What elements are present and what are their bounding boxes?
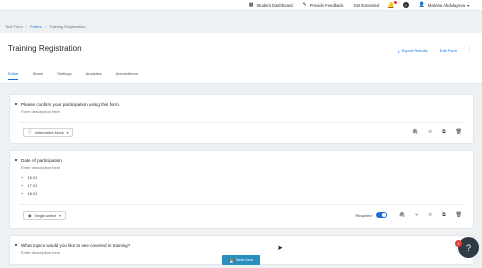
header-actions: ⤓ Export Results Edit Form ⋮ xyxy=(386,47,472,53)
question-description[interactable]: Enter description here xyxy=(21,165,60,170)
more-options-icon[interactable]: ⋮ xyxy=(467,47,472,53)
edit-form-label: Edit Form xyxy=(439,47,457,53)
toggle-knob xyxy=(381,213,386,217)
option-item[interactable]: + 17.01 xyxy=(21,183,37,188)
get-extended-label: Get Extended xyxy=(353,2,380,8)
drag-handle-icon[interactable] xyxy=(15,103,17,105)
chevron-down-icon: ▾ xyxy=(66,130,69,135)
question-type-select[interactable]: ◉ Single-select ▾ xyxy=(23,211,66,220)
get-extended-link[interactable]: Get Extended xyxy=(354,3,380,8)
duplicate-icon[interactable]: ⧉ xyxy=(442,212,446,218)
drag-handle-icon[interactable] xyxy=(15,159,17,161)
question-type-select[interactable]: ⓘ Information block ▾ xyxy=(23,128,74,137)
question-title[interactable]: Date of participation xyxy=(21,158,62,163)
chevron-down-icon: ▾ xyxy=(467,3,469,8)
question-type-label: Information block xyxy=(34,130,64,135)
grid-icon: ▦ xyxy=(248,2,254,8)
option-item[interactable]: + 15.01 xyxy=(21,175,37,180)
delete-icon[interactable]: 🗑 xyxy=(456,129,462,135)
breadcrumb-separator: › xyxy=(44,24,46,29)
tab-share[interactable]: Share xyxy=(32,71,43,80)
option-marker-icon: + xyxy=(21,183,24,188)
help-badge: 2 xyxy=(455,240,462,247)
option-marker-icon: + xyxy=(21,175,24,180)
tab-settings[interactable]: Settings xyxy=(57,71,71,80)
question-title[interactable]: What topics would you like to see covere… xyxy=(21,243,130,248)
user-icon: 👤 xyxy=(418,2,425,8)
logic-icon[interactable]: ⟐ xyxy=(428,129,432,135)
question-card[interactable]: Date of participation Enter description … xyxy=(9,150,474,229)
breadcrumb: Test Form › Forms › Training Registratio… xyxy=(5,24,86,29)
card-divider xyxy=(19,204,464,205)
tab-automations[interactable]: Automations xyxy=(116,71,138,80)
duplicate-icon[interactable]: ⧉ xyxy=(442,129,446,135)
help-chat-button[interactable]: ? xyxy=(458,237,479,258)
card-divider xyxy=(19,122,464,123)
branch-icon[interactable]: ⑂ xyxy=(415,212,418,218)
question-description[interactable]: Enter description here xyxy=(21,250,60,255)
save-icon: 💾 xyxy=(228,258,234,263)
option-marker-icon: + xyxy=(21,191,24,196)
user-name: Malvina Abdulayeva xyxy=(427,2,466,8)
info-icon: ⓘ xyxy=(28,130,32,134)
required-label: Required xyxy=(355,212,372,218)
delete-icon[interactable]: 🗑 xyxy=(456,212,462,218)
provide-feedback-link[interactable]: ✎ Provide Feedback xyxy=(303,2,344,8)
breadcrumb-item-current: Training Registration xyxy=(48,24,86,29)
attach-icon[interactable]: 🖇 xyxy=(399,212,405,218)
help-icon[interactable]: ? xyxy=(402,2,409,8)
user-menu[interactable]: 👤 Malvina Abdulayeva ▾ xyxy=(419,2,469,8)
save-form-label: Save form xyxy=(235,258,254,262)
question-card[interactable]: Please confirm your participation using … xyxy=(9,94,474,144)
export-results-button[interactable]: ⤓ Export Results xyxy=(398,48,428,53)
tab-editor[interactable]: Editor xyxy=(8,71,19,80)
question-actions: 🖇 ⟐ ⧉ 🗑 xyxy=(402,129,462,135)
download-icon: ⤓ xyxy=(397,47,400,53)
notification-dot xyxy=(393,0,397,4)
feedback-icon: ✎ xyxy=(302,2,307,8)
edit-form-button[interactable]: Edit Form xyxy=(440,48,457,53)
question-description[interactable]: Form description here xyxy=(21,109,60,114)
option-label[interactable]: 17.01 xyxy=(27,183,37,188)
drag-handle-icon[interactable] xyxy=(15,244,17,246)
provide-feedback-label: Provide Feedback xyxy=(309,2,344,8)
mouse-cursor-icon: ➤ xyxy=(277,245,283,252)
breadcrumb-separator: › xyxy=(25,24,28,29)
required-toggle-group: Required xyxy=(356,212,387,218)
option-label[interactable]: 18.01 xyxy=(27,191,37,196)
bell-icon[interactable]: 🔔 xyxy=(387,0,397,9)
tab-bar: Editor Share Settings Analytics Automati… xyxy=(8,71,152,80)
form-header: Training Registration ⤓ Export Results E… xyxy=(0,33,482,84)
option-label[interactable]: 15.01 xyxy=(27,175,37,180)
save-form-button[interactable]: 💾 Save form xyxy=(222,255,260,265)
breadcrumb-item-forms[interactable]: Forms xyxy=(30,24,41,29)
question-title[interactable]: Please confirm your participation using … xyxy=(21,102,120,107)
option-item[interactable]: + 18.01 xyxy=(21,191,37,196)
student-dashboard-label: Student Dashboard xyxy=(256,2,293,8)
breadcrumb-item-test-form[interactable]: Test Form xyxy=(5,24,23,29)
export-results-label: Export Results xyxy=(401,47,428,53)
page-title: Training Registration xyxy=(8,44,82,53)
question-actions: Required 🖇 ⑂ ⟐ ⧉ 🗑 xyxy=(356,212,462,218)
required-toggle[interactable] xyxy=(375,212,387,218)
student-dashboard-link[interactable]: ▦ Student Dashboard xyxy=(249,2,293,8)
top-bar: ▦ Student Dashboard ✎ Provide Feedback G… xyxy=(0,0,482,11)
attach-icon[interactable]: 🖇 xyxy=(412,129,418,135)
radio-icon: ◉ xyxy=(28,214,32,218)
logic-icon[interactable]: ⟐ xyxy=(428,212,432,218)
chevron-down-icon: ▾ xyxy=(59,213,61,218)
question-type-label: Single-select xyxy=(34,213,57,218)
tab-analytics[interactable]: Analytics xyxy=(86,71,102,80)
